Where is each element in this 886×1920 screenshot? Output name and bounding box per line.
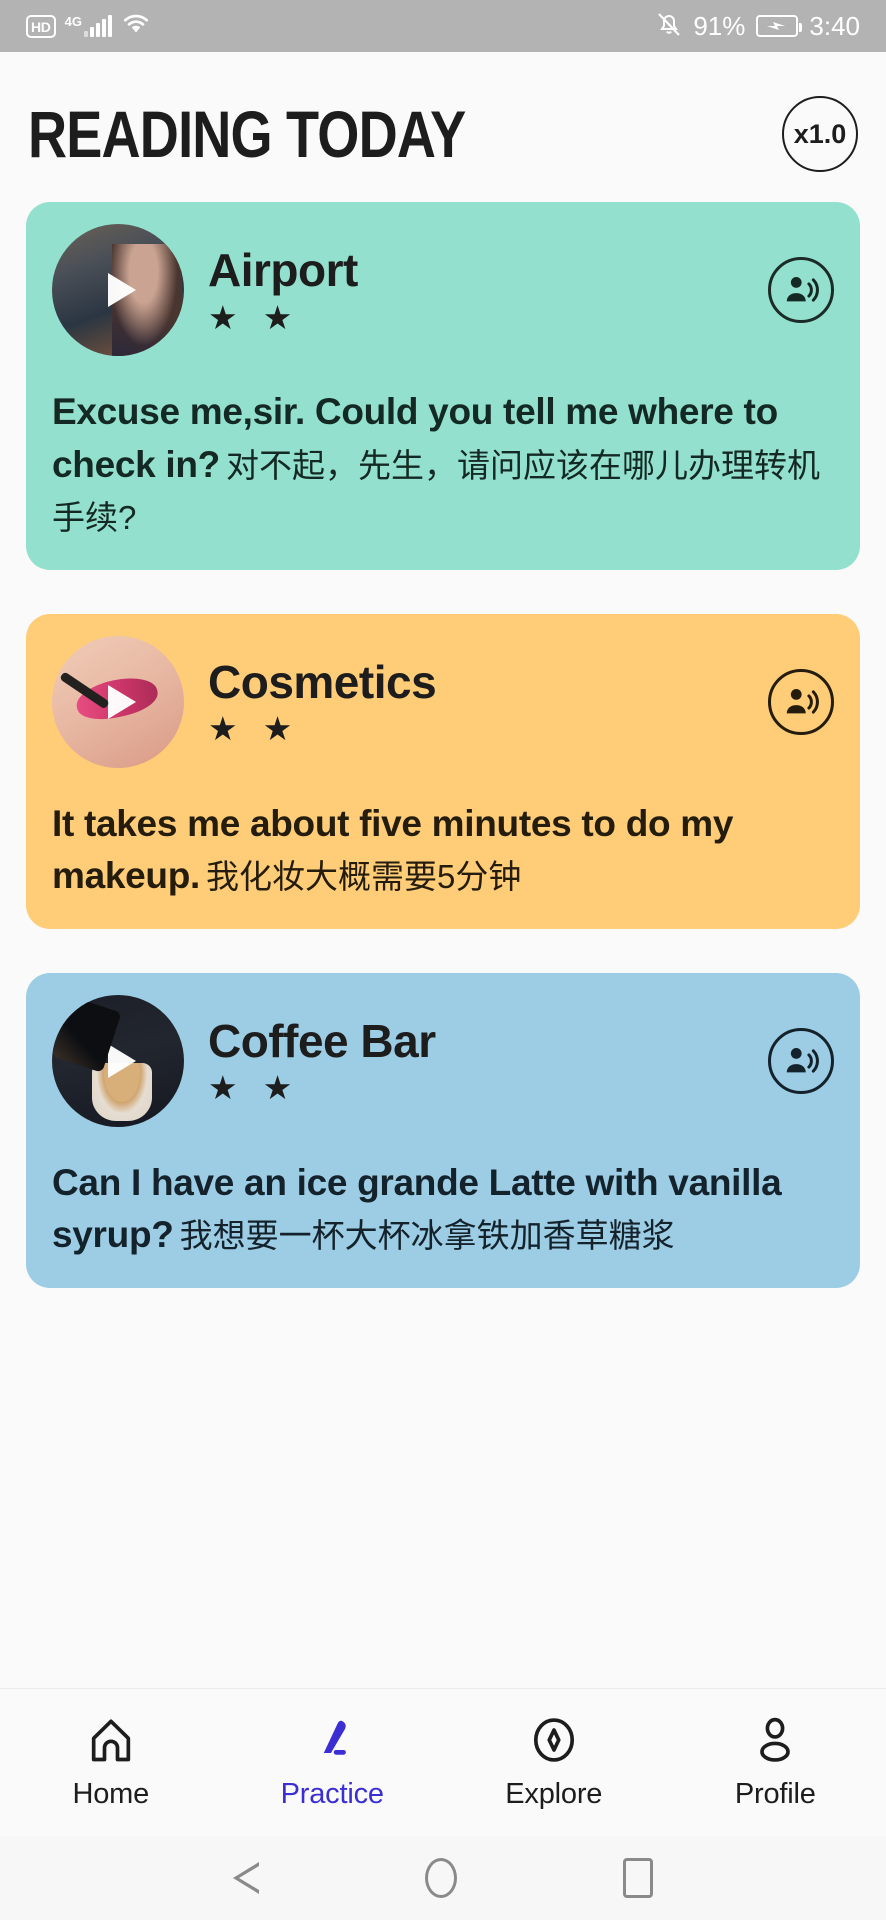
card-header: Coffee Bar ★ ★ [52,994,834,1127]
difficulty-stars: ★ ★ [208,710,301,748]
battery-percent-label: 91% [693,10,746,41]
page-title: READING TODAY [28,97,466,171]
status-bar: HD 4G 91% 3:40 [0,0,886,52]
android-system-nav [0,1836,886,1920]
nav-label-home: Home [72,1778,150,1810]
cosmetics-thumbnail[interactable] [52,635,184,768]
compass-icon [528,1714,580,1766]
card-meta: Coffee Bar ★ ★ [208,1015,768,1107]
card-header: Airport ★ ★ [52,224,834,356]
signal-bars-icon: 4G [64,14,112,37]
status-bar-left: HD 4G [26,12,151,41]
card-title: Airport [208,244,358,297]
wifi-icon [121,12,151,41]
pencil-icon [306,1714,358,1766]
nav-item-explore[interactable]: Explore [443,1714,665,1811]
reading-card-cosmetics[interactable]: Cosmetics ★ ★ It takes me about five min… [26,613,860,929]
card-sentence: Can I have an ice grande Latte with vani… [52,1157,834,1262]
bottom-navigation: Home Practice Explore Profile [0,1688,886,1836]
play-icon[interactable] [108,1043,136,1078]
difficulty-stars: ★ ★ [208,1069,301,1107]
nav-label-practice: Practice [280,1778,384,1810]
nav-label-explore: Explore [505,1778,603,1810]
battery-charging-icon [756,15,803,37]
record-voice-over-icon[interactable] [768,668,834,735]
card-meta: Cosmetics ★ ★ [208,655,768,748]
record-voice-over-icon[interactable] [768,257,834,323]
playback-speed-button[interactable]: x1.0 [782,96,858,172]
nav-item-practice[interactable]: Practice [222,1714,444,1811]
home-icon [85,1714,137,1766]
reading-card-list: Airport ★ ★ Excuse me,sir. Could you tel… [0,196,886,1688]
sentence-chinese: 我化妆大概需要5分钟 [206,858,522,896]
signal-bars [83,15,112,37]
hd-icon: HD [26,14,56,38]
difficulty-stars: ★ ★ [208,298,301,336]
person-icon [749,1714,801,1766]
back-triangle-icon[interactable] [233,1862,259,1894]
recent-square-icon[interactable] [623,1858,653,1898]
network-type-label: 4G [64,14,82,29]
status-bar-right: 91% 3:40 [656,10,860,43]
sentence-chinese: 我想要一杯大杯冰拿铁加香草糖浆 [179,1217,675,1255]
card-meta: Airport ★ ★ [208,244,768,336]
record-voice-over-icon[interactable] [768,1027,834,1094]
airport-thumbnail[interactable] [52,224,184,356]
nav-label-profile: Profile [734,1778,816,1810]
app-screen: HD 4G 91% 3:40 READING TODAY x1.0 Airpor… [0,0,886,1920]
home-circle-icon[interactable] [425,1858,457,1898]
reading-card-coffee-bar[interactable]: Coffee Bar ★ ★ Can I have an ice grande … [26,972,860,1288]
bell-slash-icon [656,10,682,43]
play-icon[interactable] [108,684,136,719]
reading-card-airport[interactable]: Airport ★ ★ Excuse me,sir. Could you tel… [26,202,860,570]
nav-item-home[interactable]: Home [0,1714,222,1811]
card-title: Cosmetics [208,655,437,708]
play-icon[interactable] [108,273,136,307]
clock-label: 3:40 [809,10,860,41]
page-header: READING TODAY x1.0 [0,52,886,196]
card-header: Cosmetics ★ ★ [52,635,834,768]
card-sentence: Excuse me,sir. Could you tell me where t… [52,386,834,544]
coffee-thumbnail[interactable] [52,994,184,1127]
card-title: Coffee Bar [208,1015,436,1067]
nav-item-profile[interactable]: Profile [665,1714,886,1811]
card-sentence: It takes me about five minutes to do my … [52,798,834,903]
